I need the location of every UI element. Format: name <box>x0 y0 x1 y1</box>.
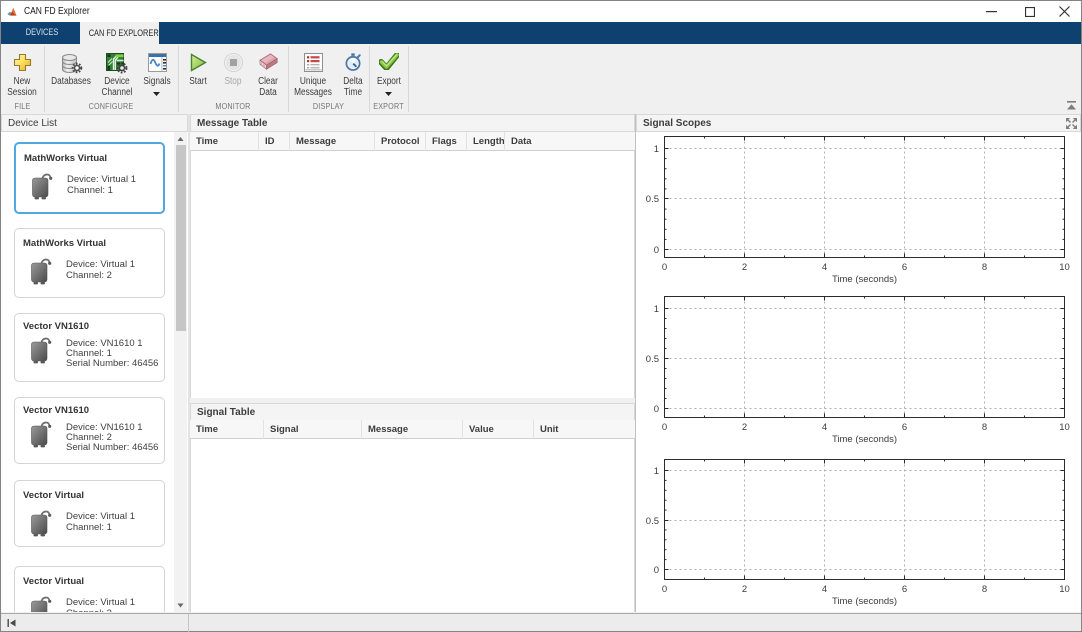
svg-text:0.5: 0.5 <box>646 354 659 365</box>
svg-text:10: 10 <box>1059 422 1070 433</box>
svg-text:0: 0 <box>662 422 667 433</box>
svg-text:6: 6 <box>902 422 907 433</box>
svg-text:0: 0 <box>662 262 667 273</box>
svg-text:Time (seconds): Time (seconds) <box>832 434 897 445</box>
svg-text:8: 8 <box>982 262 987 273</box>
svg-text:Time (seconds): Time (seconds) <box>832 274 897 285</box>
svg-text:0: 0 <box>654 404 659 415</box>
svg-text:10: 10 <box>1059 262 1070 273</box>
svg-text:10: 10 <box>1059 584 1070 595</box>
svg-text:1: 1 <box>654 466 659 477</box>
svg-text:2: 2 <box>742 422 747 433</box>
svg-text:8: 8 <box>982 584 987 595</box>
svg-text:Time (seconds): Time (seconds) <box>832 596 897 607</box>
svg-text:1: 1 <box>654 304 659 315</box>
svg-text:6: 6 <box>902 262 907 273</box>
svg-text:0: 0 <box>654 245 659 256</box>
svg-text:1: 1 <box>654 144 659 155</box>
svg-text:8: 8 <box>982 422 987 433</box>
svg-text:4: 4 <box>822 584 827 595</box>
svg-text:2: 2 <box>742 584 747 595</box>
svg-text:2: 2 <box>742 262 747 273</box>
svg-text:4: 4 <box>822 262 827 273</box>
svg-text:0.5: 0.5 <box>646 194 659 205</box>
svg-text:6: 6 <box>902 584 907 595</box>
svg-text:4: 4 <box>822 422 827 433</box>
svg-text:0: 0 <box>654 565 659 576</box>
svg-text:0: 0 <box>662 584 667 595</box>
svg-text:0.5: 0.5 <box>646 516 659 527</box>
